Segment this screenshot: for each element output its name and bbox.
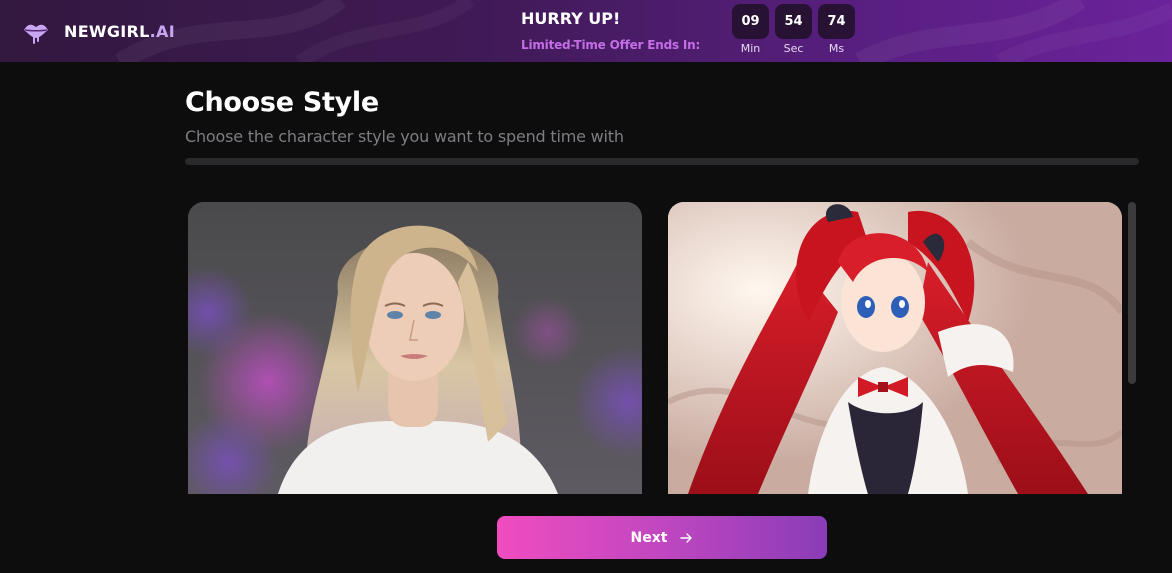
realistic-portrait-image — [188, 202, 642, 494]
anime-illustration-image — [668, 202, 1122, 494]
timer-value: 09 — [732, 4, 769, 39]
lips-icon — [24, 24, 48, 44]
timer-seconds: 54 Sec — [775, 4, 812, 55]
timer-label: Sec — [783, 42, 804, 55]
promo-subtitle: Limited-Time Offer Ends In: — [521, 38, 701, 52]
style-card-anime[interactable] — [668, 202, 1122, 494]
next-button[interactable]: Next — [497, 516, 827, 559]
timer-value: 74 — [818, 4, 855, 39]
arrow-right-icon — [680, 532, 693, 543]
promo-title: HURRY UP! — [521, 9, 621, 28]
top-banner: NEWGIRL.AI HURRY UP! Limited-Time Offer … — [0, 0, 1172, 62]
style-card-realistic[interactable] — [188, 202, 642, 494]
promo-banner: HURRY UP! Limited-Time Offer Ends In: — [521, 9, 700, 52]
progress-bar — [185, 158, 1139, 165]
brand-name: NEWGIRL.AI — [64, 21, 175, 41]
timer-label: Min — [740, 42, 761, 55]
timer-milliseconds: 74 Ms — [818, 4, 855, 55]
timer-label: Ms — [828, 42, 845, 55]
scrollbar-thumb[interactable] — [1128, 202, 1136, 384]
page-title: Choose Style — [185, 87, 379, 118]
timer-value: 54 — [775, 4, 812, 39]
countdown-timer: 09 Min 54 Sec 74 Ms — [732, 4, 855, 55]
timer-minutes: 09 Min — [732, 4, 769, 55]
next-button-label: Next — [630, 529, 668, 546]
brand-logo[interactable]: NEWGIRL.AI — [22, 17, 175, 45]
page-subtitle: Choose the character style you want to s… — [185, 127, 624, 146]
